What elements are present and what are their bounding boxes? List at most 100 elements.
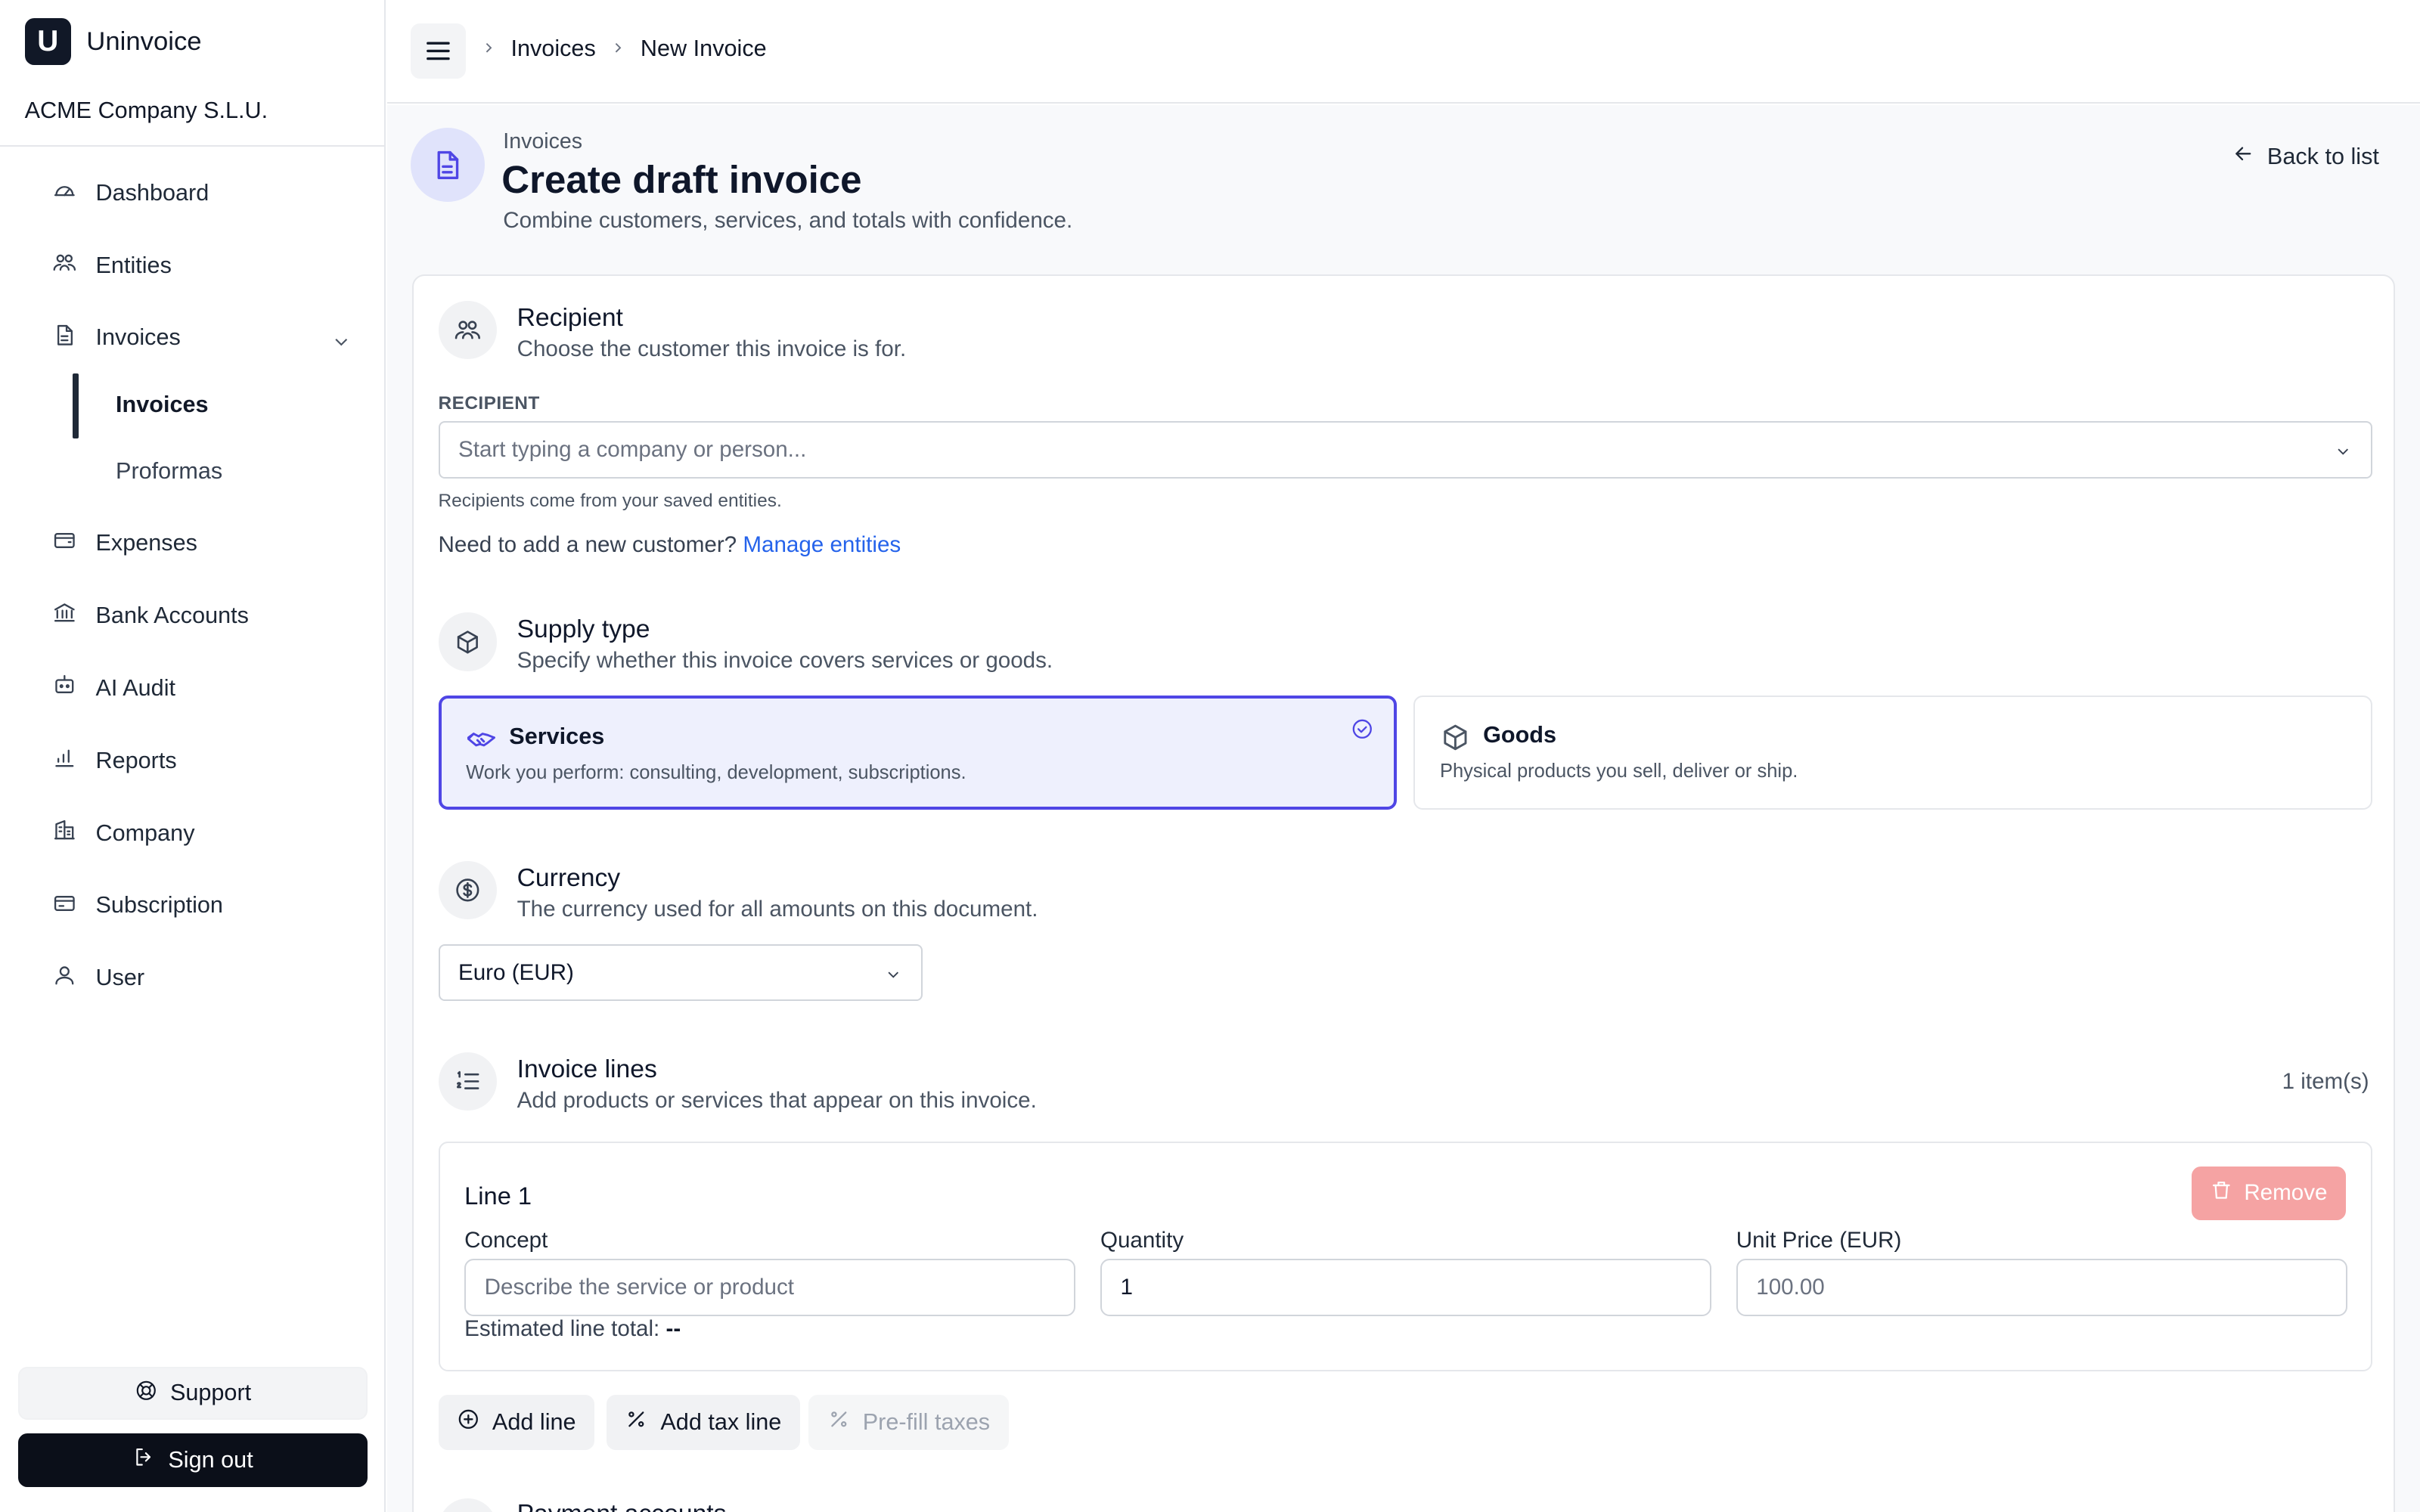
currency-desc: The currency used for all amounts on thi… — [517, 896, 1038, 922]
sign-out-label: Sign out — [168, 1447, 253, 1473]
brand[interactable]: U Uninvoice — [24, 18, 202, 65]
user-icon — [52, 963, 77, 994]
currency-select[interactable]: Euro (EUR) — [438, 943, 923, 1002]
arrow-left-icon — [2232, 142, 2255, 172]
file-icon — [52, 323, 77, 354]
manage-entities-link[interactable]: Manage entities — [743, 532, 901, 557]
unit-price-placeholder: 100.00 — [1756, 1274, 1825, 1300]
concept-input[interactable]: Describe the service or product — [464, 1259, 1076, 1316]
invoice-lines-count: 1 item(s) — [2282, 1069, 2369, 1095]
line-title: Line 1 — [464, 1182, 532, 1210]
supply-option-goods[interactable]: Goods Physical products you sell, delive… — [1413, 696, 2372, 810]
breadcrumb-invoices[interactable]: Invoices — [510, 36, 595, 62]
menu-toggle-button[interactable] — [410, 23, 467, 79]
add-line-label: Add line — [492, 1409, 576, 1436]
percent-icon — [625, 1408, 648, 1437]
invoice-line-card: Line 1 Remove Concept Describe the servi… — [438, 1142, 2372, 1372]
recipient-label: RECIPIENT — [438, 393, 540, 414]
option-desc: Work you perform: consulting, developmen… — [466, 762, 966, 784]
handshake-icon — [466, 723, 497, 754]
sign-out-button[interactable]: Sign out — [18, 1433, 368, 1488]
sidebar-divider — [0, 144, 386, 147]
sidebar-item-label: Entities — [95, 252, 172, 278]
sidebar-item-label: Company — [95, 820, 195, 846]
gauge-icon — [52, 178, 77, 209]
quantity-label: Quantity — [1100, 1228, 1184, 1253]
add-tax-line-button[interactable]: Add tax line — [606, 1394, 800, 1451]
page-subtitle: Combine customers, services, and totals … — [503, 208, 1073, 234]
sidebar-item-user[interactable]: User — [52, 956, 144, 999]
chevron-right-icon — [480, 36, 497, 62]
sidebar-item-label: AI Audit — [95, 674, 176, 701]
supply-option-services[interactable]: Services Work you perform: consulting, d… — [438, 696, 1397, 810]
sidebar-subitem-proformas[interactable]: Proformas — [116, 458, 222, 485]
chevron-down-icon — [884, 964, 902, 982]
line-total-label: Estimated line total: — [464, 1315, 660, 1341]
chevron-down-icon[interactable] — [330, 330, 352, 352]
sidebar-item-expenses[interactable]: Expenses — [52, 522, 197, 565]
breadcrumb-current: New Invoice — [640, 35, 767, 61]
currency-value: Euro (EUR) — [458, 959, 574, 985]
sidebar-item-label: Expenses — [95, 529, 197, 556]
sidebar-item-entities[interactable]: Entities — [52, 243, 172, 287]
sidebar-item-label: User — [95, 965, 145, 991]
main-content: Invoices Create draft invoice Combine cu… — [387, 104, 2420, 1512]
unit-price-label: Unit Price (EUR) — [1736, 1228, 1902, 1253]
page-title: Create draft invoice — [501, 158, 862, 202]
currency-title: Currency — [517, 863, 621, 892]
supply-type-desc: Specify whether this invoice covers serv… — [517, 648, 1053, 674]
quantity-value: 1 — [1120, 1274, 1133, 1300]
sidebar-item-bank-accounts[interactable]: Bank Accounts — [52, 594, 249, 637]
package-icon — [1440, 722, 1471, 753]
back-to-list-link[interactable]: Back to list — [2232, 142, 2379, 172]
option-desc: Physical products you sell, deliver or s… — [1439, 761, 1798, 782]
prefill-taxes-button[interactable]: Pre-fill taxes — [808, 1394, 1009, 1451]
breadcrumb: Invoices New Invoice — [480, 36, 767, 62]
sidebar-item-subscription[interactable]: Subscription — [52, 884, 223, 927]
line-total: Estimated line total: -- — [464, 1316, 681, 1342]
recipient-select[interactable]: Start typing a company or person... — [438, 421, 2372, 479]
package-icon — [438, 612, 498, 671]
document-icon — [410, 128, 485, 203]
payment-accounts-title: Payment accounts — [517, 1500, 727, 1512]
add-line-button[interactable]: Add line — [438, 1394, 595, 1451]
sidebar-item-ai-audit[interactable]: AI Audit — [52, 667, 175, 710]
sidebar-item-company[interactable]: Company — [52, 811, 195, 854]
sidebar-item-reports[interactable]: Reports — [52, 739, 177, 782]
users-icon — [52, 250, 77, 281]
prefill-taxes-label: Pre-fill taxes — [862, 1409, 991, 1436]
chevron-down-icon — [2334, 442, 2352, 460]
option-title: Services — [509, 723, 605, 749]
submenu-active-indicator — [72, 373, 79, 438]
recipient-desc: Choose the customer this invoice is for. — [517, 336, 907, 361]
sidebar-item-label: Reports — [95, 747, 177, 773]
sidebar-item-invoices[interactable]: Invoices — [52, 316, 181, 359]
list-ordered-icon — [438, 1052, 498, 1111]
line-total-value: -- — [666, 1315, 681, 1341]
sidebar-item-label: Bank Accounts — [95, 602, 250, 628]
support-button[interactable]: Support — [18, 1367, 368, 1420]
sign-out-icon — [132, 1445, 156, 1475]
app-name: Uninvoice — [86, 26, 202, 56]
sidebar-subitem-invoices[interactable]: Invoices — [116, 392, 209, 418]
invoice-lines-desc: Add products or services that appear on … — [517, 1087, 1037, 1113]
credit-card-icon — [52, 891, 77, 922]
concept-label: Concept — [464, 1228, 548, 1253]
wallet-icon — [52, 528, 77, 559]
check-circle-icon — [1351, 717, 1374, 741]
recipient-help-text: Need to add a new customer? — [438, 532, 737, 558]
sidebar-item-label: Subscription — [95, 892, 223, 919]
invoice-form-card: Recipient Choose the customer this invoi… — [411, 274, 2396, 1512]
percent-icon — [827, 1408, 851, 1437]
trash-icon — [2210, 1179, 2233, 1208]
remove-line-button[interactable]: Remove — [2191, 1166, 2346, 1221]
robot-icon — [52, 673, 77, 704]
app-logo: U — [24, 18, 71, 65]
sidebar: U Uninvoice ACME Company S.L.U. Dashboar… — [0, 0, 386, 1512]
building-icon — [52, 818, 77, 849]
plus-circle-icon — [457, 1408, 480, 1437]
dollar-circle-icon — [438, 860, 498, 920]
sidebar-item-dashboard[interactable]: Dashboard — [52, 172, 209, 215]
quantity-input[interactable]: 1 — [1100, 1259, 1712, 1316]
unit-price-input[interactable]: 100.00 — [1736, 1259, 2347, 1316]
